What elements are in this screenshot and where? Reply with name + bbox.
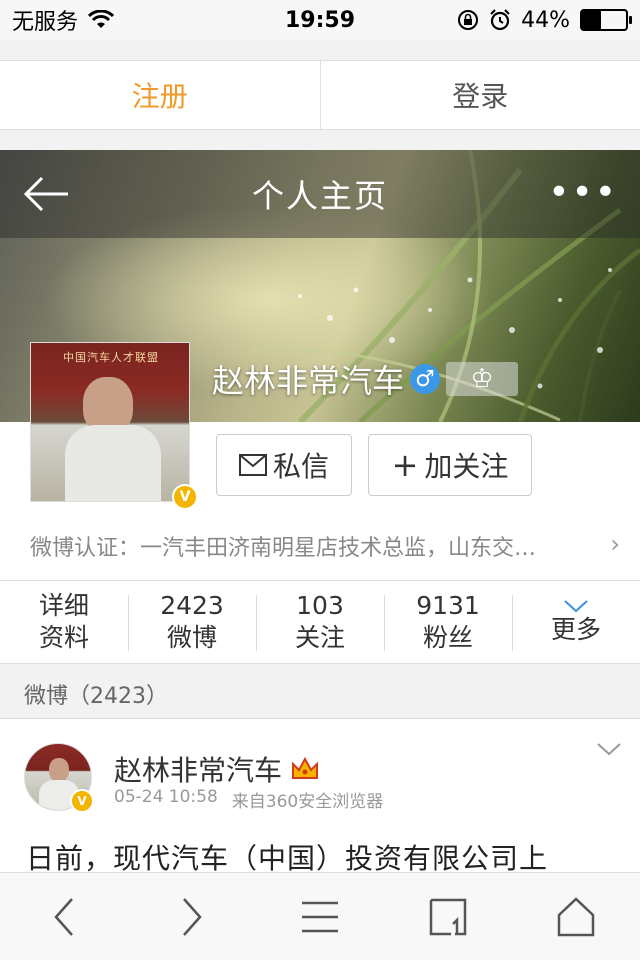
battery-percent: 44% [521, 7, 570, 33]
post-menu-chevron-icon[interactable] [596, 741, 622, 757]
avatar-body [65, 425, 161, 501]
home-icon [557, 896, 595, 936]
back-icon [54, 897, 73, 936]
message-label: 私信 [272, 450, 329, 483]
stat-bottom: 关注 [294, 623, 345, 652]
stat-top: 2423 [160, 591, 224, 620]
follow-label: 加关注 [424, 450, 509, 483]
register-button[interactable]: 注册 [0, 61, 321, 129]
post-text: 日前，现代汽车（中国）投资有限公司上 [26, 842, 549, 872]
verification-text: 微博认证：一汽丰田济南明星店技术总监，山东交… [30, 536, 537, 561]
follow-button[interactable]: + 加关注 [368, 434, 532, 496]
chevron-right-icon: › [610, 530, 620, 558]
chevron-down-icon [564, 600, 588, 613]
stat-weibo-count[interactable]: 2423 微博 [128, 581, 256, 663]
stat-bottom: 粉丝 [422, 623, 473, 652]
more-dots-icon[interactable]: ••• [548, 175, 618, 211]
status-bar: 无服务 19:59 44% [0, 0, 640, 40]
profile-name-row: 赵林非常汽车 ♂ ♔ [212, 356, 519, 402]
stat-top: 103 [296, 591, 344, 620]
stat-bottom: 更多 [550, 615, 601, 644]
post-source: 来自360安全浏览器 [231, 792, 384, 812]
rotation-lock-icon [458, 10, 479, 30]
plus-icon: + [391, 446, 419, 484]
stat-top: 9131 [416, 591, 480, 620]
crown-icon [292, 756, 319, 779]
stat-details[interactable]: 详细 资料 [0, 581, 128, 663]
browser-forward-button[interactable] [152, 887, 232, 947]
stat-bottom: 资料 [38, 623, 89, 652]
status-right: 44% [457, 7, 632, 33]
bottom-toolbar [0, 872, 640, 960]
stat-top: 详细 [38, 591, 89, 620]
tabs-icon [429, 898, 467, 935]
post-date: 05-24 10:58 [114, 787, 218, 807]
stats-bar: 详细 资料 2423 微博 103 关注 9131 粉丝 更多 [0, 580, 640, 664]
page-title: 个人主页 [251, 177, 388, 215]
battery-fill [582, 11, 602, 29]
member-crown-icon[interactable]: ♔ [446, 362, 519, 396]
message-button[interactable]: 私信 [216, 434, 352, 496]
stat-bottom: 微博 [166, 623, 217, 652]
stat-followers-count[interactable]: 9131 粉丝 [384, 581, 512, 663]
mail-icon [238, 454, 267, 476]
stat-following-count[interactable]: 103 关注 [256, 581, 384, 663]
browser-back-button[interactable] [24, 887, 104, 947]
post-author-row: 赵林非常汽车 [114, 749, 320, 789]
avatar-banner-text: 中国汽车人才联盟 [63, 351, 159, 364]
avatar[interactable]: 中国汽车人才联盟 [30, 342, 190, 502]
browser-tabs-button[interactable] [408, 887, 488, 947]
post-avatar-head [49, 758, 69, 782]
menu-icon [302, 901, 338, 932]
battery-icon [580, 9, 632, 31]
post-verified-badge-icon: V [70, 789, 94, 813]
male-gender-icon: ♂ [410, 364, 441, 394]
forward-icon [183, 897, 202, 936]
profile-name: 赵林非常汽车 [212, 362, 405, 400]
post-meta: 05-24 10:58 来自360安全浏览器 [114, 787, 383, 812]
post-card: V 赵林非常汽车 05-24 10:58 来自360安全浏览器 日前，现代汽车（… [0, 718, 640, 872]
auth-bar: 注册 登录 [0, 60, 640, 130]
verification-row[interactable]: 微博认证：一汽丰田济南明星店技术总监，山东交… › [30, 530, 620, 562]
cover-header: 个人主页 ••• [0, 150, 640, 238]
browser-menu-button[interactable] [280, 887, 360, 947]
browser-home-button[interactable] [536, 887, 616, 947]
post-author-name[interactable]: 赵林非常汽车 [114, 749, 282, 789]
back-arrow-icon[interactable] [22, 174, 70, 214]
alarm-icon [490, 9, 510, 31]
weibo-section-label: 微博（2423） [24, 684, 168, 709]
verified-badge-icon: V [172, 484, 198, 510]
login-button[interactable]: 登录 [321, 61, 640, 129]
stat-more[interactable]: 更多 [512, 581, 640, 663]
